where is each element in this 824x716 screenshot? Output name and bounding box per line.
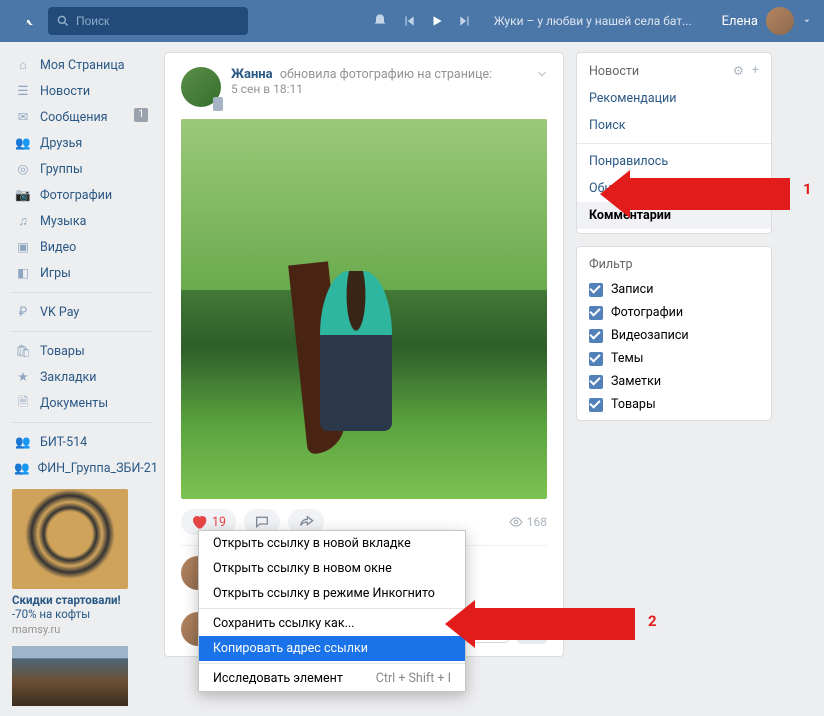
ctx-open-new-window[interactable]: Открыть ссылку в новом окне — [199, 556, 465, 581]
nav-vkpay[interactable]: ₽VK Pay — [12, 299, 152, 325]
ctx-open-new-tab[interactable]: Открыть ссылку в новой вкладке — [199, 531, 465, 556]
bag-icon: 🛍 — [14, 342, 32, 360]
home-icon: ⌂ — [14, 56, 32, 74]
user-avatar — [766, 7, 794, 35]
checkbox-icon — [589, 329, 603, 343]
user-menu[interactable]: Елена — [722, 7, 812, 35]
nav-news[interactable]: ☰Новости — [12, 78, 152, 104]
filter-header: Фильтр — [577, 251, 771, 278]
camera-icon: 📷 — [14, 186, 32, 204]
group-link-2[interactable]: 👥ФИН_Группа_ЗБИ-21 — [12, 455, 152, 481]
group-icon: 👥 — [14, 459, 30, 477]
views-count: 168 — [509, 515, 547, 529]
username: Елена — [722, 14, 758, 29]
nav-games[interactable]: ◧Игры — [12, 260, 152, 286]
annotation-label-1: 1 — [803, 180, 812, 198]
nav-friends[interactable]: 👥Друзья — [12, 130, 152, 156]
group-link-1[interactable]: 👥БИТ-514 — [12, 429, 152, 455]
ctx-save-as[interactable]: Сохранить ссылку как... — [199, 611, 465, 636]
ctx-open-incognito[interactable]: Открыть ссылку в режиме Инкогнито — [199, 581, 465, 606]
now-playing[interactable]: Жуки – у любви у нашей села бат... — [494, 14, 692, 28]
context-menu: Открыть ссылку в новой вкладке Открыть с… — [198, 530, 466, 692]
nav-videos[interactable]: ▣Видео — [12, 234, 152, 260]
nav-groups[interactable]: ◎Группы — [12, 156, 152, 182]
ad-image-2 — [12, 646, 128, 706]
nav-my-page[interactable]: ⌂Моя Страница — [12, 52, 152, 78]
ad-domain: mamsy.ru — [12, 623, 152, 636]
messages-badge: 1 — [134, 108, 148, 122]
filter-market[interactable]: Товары — [577, 393, 771, 416]
chevron-down-icon — [802, 16, 812, 26]
left-sidebar: ⌂Моя Страница ☰Новости ✉Сообщения1 👥Друз… — [12, 52, 152, 706]
annotation-label-2: 2 — [648, 612, 657, 630]
search-icon — [56, 14, 70, 28]
checkbox-icon — [589, 352, 603, 366]
filter-notes[interactable]: Заметки — [577, 370, 771, 393]
like-count: 19 — [212, 515, 226, 530]
right-sidebar: Новости⚙+ Рекомендации Поиск Понравилось… — [576, 52, 772, 421]
nav-bookmarks[interactable]: ★Закладки — [12, 364, 152, 390]
notifications-icon[interactable] — [372, 13, 388, 29]
games-icon: ◧ — [14, 264, 32, 282]
tab-recommendations[interactable]: Рекомендации — [577, 85, 771, 112]
filter-topics[interactable]: Темы — [577, 347, 771, 370]
shortcut-text: Ctrl + Shift + I — [376, 671, 451, 686]
nav-messages[interactable]: ✉Сообщения1 — [12, 104, 152, 130]
filter-photos[interactable]: Фотографии — [577, 301, 771, 324]
docs-icon: 🗎 — [14, 394, 32, 412]
star-icon: ★ — [14, 368, 32, 386]
vk-logo-icon[interactable] — [12, 9, 36, 33]
filter-posts[interactable]: Записи — [577, 278, 771, 301]
nav-music[interactable]: ♫Музыка — [12, 208, 152, 234]
prev-track-icon[interactable] — [402, 14, 416, 28]
ad-image — [12, 489, 128, 589]
post-date[interactable]: 5 сен в 18:11 — [231, 82, 492, 96]
checkbox-icon — [589, 306, 603, 320]
ad-subtitle: -70% на кофты — [12, 607, 152, 621]
plus-icon[interactable]: + — [752, 63, 759, 79]
search-input[interactable] — [76, 14, 231, 28]
post-photo[interactable] — [181, 119, 547, 499]
post-action-text: обновила фотографию на странице: — [280, 67, 492, 82]
ad-title: Скидки стартовали! — [12, 593, 152, 607]
next-track-icon[interactable] — [458, 14, 472, 28]
video-icon: ▣ — [14, 238, 32, 256]
filter-icon[interactable]: ⚙ — [733, 63, 744, 79]
ctx-inspect[interactable]: Исследовать элементCtrl + Shift + I — [199, 666, 465, 691]
mobile-badge-icon — [213, 97, 223, 111]
vkpay-icon: ₽ — [14, 303, 32, 321]
news-icon: ☰ — [14, 82, 32, 100]
nav-docs[interactable]: 🗎Документы — [12, 390, 152, 416]
music-icon: ♫ — [14, 212, 32, 230]
ad-block[interactable]: Скидки стартовали! -70% на кофты mamsy.r… — [12, 489, 152, 706]
checkbox-icon — [589, 375, 603, 389]
post-more-icon[interactable] — [535, 67, 549, 85]
post-author-name[interactable]: Жанна — [231, 67, 273, 82]
nav-market[interactable]: 🛍Товары — [12, 338, 152, 364]
checkbox-icon — [589, 283, 603, 297]
news-card-header: Новости⚙+ — [577, 57, 771, 85]
filter-card: Фильтр Записи Фотографии Видеозаписи Тем… — [576, 246, 772, 421]
friends-icon: 👥 — [14, 134, 32, 152]
messages-icon: ✉ — [14, 108, 32, 126]
play-icon[interactable] — [430, 14, 444, 28]
top-header: Жуки – у любви у нашей села бат... Елена — [0, 0, 824, 42]
post-header: Жанна обновила фотографию на странице: 5… — [181, 67, 547, 107]
groups-icon: ◎ — [14, 160, 32, 178]
filter-videos[interactable]: Видеозаписи — [577, 324, 771, 347]
search-box[interactable] — [48, 7, 248, 35]
tab-search[interactable]: Поиск — [577, 112, 771, 139]
nav-photos[interactable]: 📷Фотографии — [12, 182, 152, 208]
ctx-copy-link[interactable]: Копировать адрес ссылки — [199, 636, 465, 661]
post-author-avatar[interactable] — [181, 67, 221, 107]
checkbox-icon — [589, 398, 603, 412]
group-icon: 👥 — [14, 433, 32, 451]
